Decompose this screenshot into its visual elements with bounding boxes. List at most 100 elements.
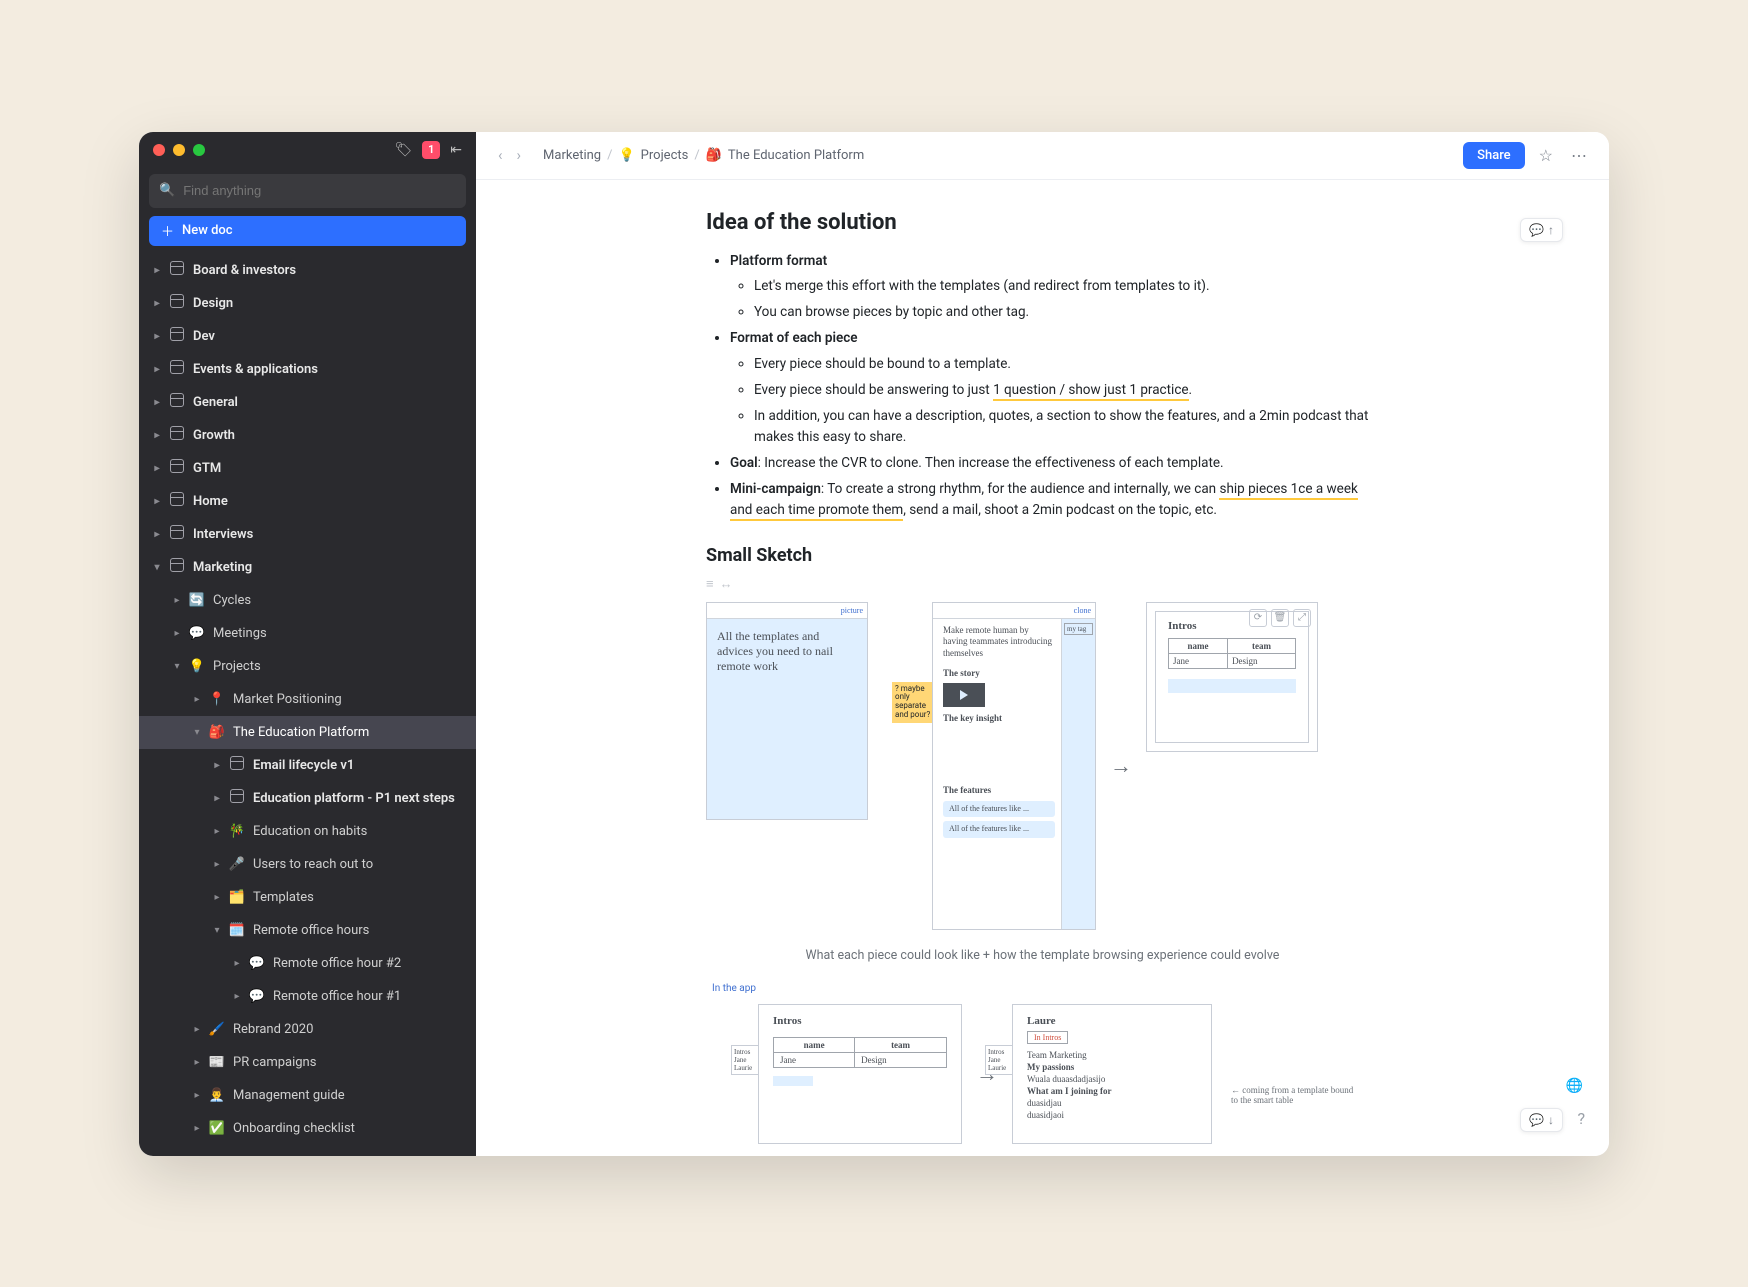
sidebar-item-label: Design bbox=[193, 296, 233, 311]
sidebar-item[interactable]: ▸Education platform - P1 next steps bbox=[139, 782, 476, 815]
sidebar-item[interactable]: ▸🎋Education on habits bbox=[139, 815, 476, 848]
caret-icon[interactable]: ▸ bbox=[151, 529, 163, 540]
nav-forward-icon[interactable]: › bbox=[513, 142, 526, 168]
search-field[interactable] bbox=[183, 183, 456, 198]
comments-pill-top[interactable]: 💬 ↑ bbox=[1520, 218, 1563, 242]
sidebar-item-label: Dev bbox=[193, 329, 215, 344]
sidebar-item[interactable]: ▸Interviews bbox=[139, 518, 476, 551]
emoji-icon: 💬 bbox=[247, 989, 267, 1004]
caret-icon[interactable]: ▸ bbox=[151, 463, 163, 474]
search-input[interactable]: 🔍 bbox=[149, 174, 466, 208]
sidebar-item-label: Marketing bbox=[193, 560, 252, 575]
sidebar-item[interactable]: ▸✅Onboarding checklist bbox=[139, 1112, 476, 1145]
sidebar-item[interactable]: ▾🎒The Education Platform bbox=[139, 716, 476, 749]
sidebar-item[interactable]: ▸Home bbox=[139, 485, 476, 518]
trash-icon[interactable]: 🗑 bbox=[1271, 609, 1289, 627]
sidebar-item[interactable]: ▸ 💬 Remote office hour #2 bbox=[139, 947, 476, 980]
sidebar-item[interactable]: ▸💬Remote office hour #1 bbox=[139, 980, 476, 1013]
emoji-icon: 💬 bbox=[247, 956, 267, 971]
sidebar-item[interactable]: ▸🔄Cycles bbox=[139, 584, 476, 617]
minimize-window-icon[interactable] bbox=[173, 144, 185, 156]
sidebar-item[interactable]: ▸ Dev bbox=[139, 320, 476, 353]
breadcrumb-crumb[interactable]: Projects bbox=[641, 148, 689, 163]
window-controls[interactable] bbox=[153, 144, 205, 156]
doc-icon bbox=[167, 360, 187, 378]
sidebar-item[interactable]: ▸🗂️Templates bbox=[139, 881, 476, 914]
sidebar-item[interactable]: ▸🖌️Rebrand 2020 bbox=[139, 1013, 476, 1046]
sidebar-item[interactable]: ▸ Design bbox=[139, 287, 476, 320]
bullet-text: Every piece should be bound to a templat… bbox=[754, 354, 1379, 375]
caret-icon[interactable]: ▸ bbox=[191, 1057, 203, 1068]
sidebar-item[interactable]: ▸ Events & applications bbox=[139, 353, 476, 386]
comments-pill-bottom[interactable]: 💬 ↓ bbox=[1520, 1108, 1563, 1132]
caret-icon[interactable]: ▾ bbox=[191, 727, 203, 738]
refresh-icon[interactable]: ⟳ bbox=[1249, 609, 1267, 627]
share-button[interactable]: Share bbox=[1463, 142, 1525, 169]
caret-icon[interactable]: ▸ bbox=[151, 331, 163, 342]
emoji-icon: 👨‍💼 bbox=[207, 1088, 227, 1103]
caret-icon[interactable]: ▸ bbox=[191, 1024, 203, 1035]
caret-icon[interactable]: ▸ bbox=[191, 1090, 203, 1101]
sidebar-item[interactable]: ▸💬Meetings bbox=[139, 617, 476, 650]
emoji-icon: 🎤 bbox=[227, 857, 247, 872]
collapse-sidebar-icon[interactable]: ⇤ bbox=[450, 142, 462, 158]
caret-icon[interactable]: ▸ bbox=[151, 265, 163, 276]
caret-icon[interactable]: ▸ bbox=[211, 826, 223, 837]
help-icon[interactable]: ? bbox=[1577, 1109, 1585, 1128]
globe-icon[interactable]: 🌐 bbox=[1566, 1078, 1583, 1094]
nav-back-icon[interactable]: ‹ bbox=[494, 142, 507, 168]
sidebar-item[interactable]: ▸General bbox=[139, 386, 476, 419]
caret-icon[interactable]: ▸ bbox=[191, 1123, 203, 1134]
caret-icon[interactable]: ▸ bbox=[231, 958, 243, 969]
breadcrumb-crumb[interactable]: Marketing bbox=[543, 148, 601, 163]
sidebar-item[interactable]: ▸👨‍💼Management guide bbox=[139, 1079, 476, 1112]
caret-icon[interactable]: ▾ bbox=[211, 925, 223, 936]
resize-icon[interactable]: ↔ bbox=[720, 576, 733, 592]
doc-icon bbox=[167, 492, 187, 510]
document-content[interactable]: Idea of the solution Platform format Let… bbox=[476, 180, 1609, 1156]
caret-icon[interactable]: ▸ bbox=[211, 760, 223, 771]
sidebar-item[interactable]: ▾ Marketing bbox=[139, 551, 476, 584]
caret-icon[interactable]: ▸ bbox=[211, 793, 223, 804]
sidebar-item-label: Users to reach out to bbox=[253, 857, 373, 872]
sidebar-item-label: Events & applications bbox=[193, 362, 318, 377]
caret-icon[interactable]: ▸ bbox=[151, 496, 163, 507]
drag-handle-icon[interactable]: ≡ bbox=[706, 576, 714, 592]
caret-icon[interactable]: ▸ bbox=[171, 628, 183, 639]
caret-icon[interactable]: ▸ bbox=[211, 892, 223, 903]
caret-icon[interactable]: ▸ bbox=[151, 364, 163, 375]
caret-icon[interactable]: ▸ bbox=[231, 991, 243, 1002]
sidebar-item[interactable]: ▸ 🎤 Users to reach out to bbox=[139, 848, 476, 881]
sidebar-tree[interactable]: ▸Board & investors▸Design▸Dev▸Events & a… bbox=[139, 254, 476, 1156]
caret-icon[interactable]: ▸ bbox=[171, 595, 183, 606]
sketch-card: ⟳ 🗑 ⤢ Intros nameteam JaneDesign bbox=[1146, 602, 1318, 752]
close-window-icon[interactable] bbox=[153, 144, 165, 156]
sidebar-item[interactable]: ▸📰PR campaigns bbox=[139, 1046, 476, 1079]
emoji-icon: 💡 bbox=[187, 659, 207, 674]
notification-badge[interactable]: 1 bbox=[422, 141, 440, 159]
star-icon[interactable]: ☆ bbox=[1535, 142, 1557, 169]
breadcrumb-crumb[interactable]: The Education Platform bbox=[728, 148, 864, 163]
sidebar-item[interactable]: ▾🗓️Remote office hours bbox=[139, 914, 476, 947]
new-doc-button[interactable]: ＋ New doc bbox=[149, 216, 466, 246]
more-icon[interactable]: ⋯ bbox=[1567, 142, 1591, 169]
sidebar-item[interactable]: ▸GTM bbox=[139, 452, 476, 485]
caret-icon[interactable]: ▸ bbox=[151, 397, 163, 408]
caret-icon[interactable]: ▸ bbox=[151, 430, 163, 441]
sidebar-item[interactable]: ▸Board & investors bbox=[139, 254, 476, 287]
sidebar-item[interactable]: ▾💡Projects bbox=[139, 650, 476, 683]
caret-icon[interactable]: ▸ bbox=[191, 694, 203, 705]
caret-icon[interactable]: ▾ bbox=[171, 661, 183, 672]
sidebar-item[interactable]: ▸📍Market Positioning bbox=[139, 683, 476, 716]
maximize-window-icon[interactable] bbox=[193, 144, 205, 156]
tag-icon[interactable]: 🏷︎ bbox=[394, 142, 412, 158]
titlebar: 🏷︎ 1 ⇤ bbox=[139, 132, 476, 168]
sidebar-item[interactable]: ▸Growth bbox=[139, 419, 476, 452]
caret-icon[interactable]: ▸ bbox=[151, 298, 163, 309]
sidebar-item[interactable]: ▸Email lifecycle v1 bbox=[139, 749, 476, 782]
caret-icon[interactable]: ▸ bbox=[211, 859, 223, 870]
caret-icon[interactable]: ▾ bbox=[151, 562, 163, 573]
bullet-text: Goal: Increase the CVR to clone. Then in… bbox=[730, 453, 1379, 474]
expand-icon[interactable]: ⤢ bbox=[1293, 609, 1311, 627]
sidebar-item-label: Remote office hour #2 bbox=[273, 956, 401, 971]
